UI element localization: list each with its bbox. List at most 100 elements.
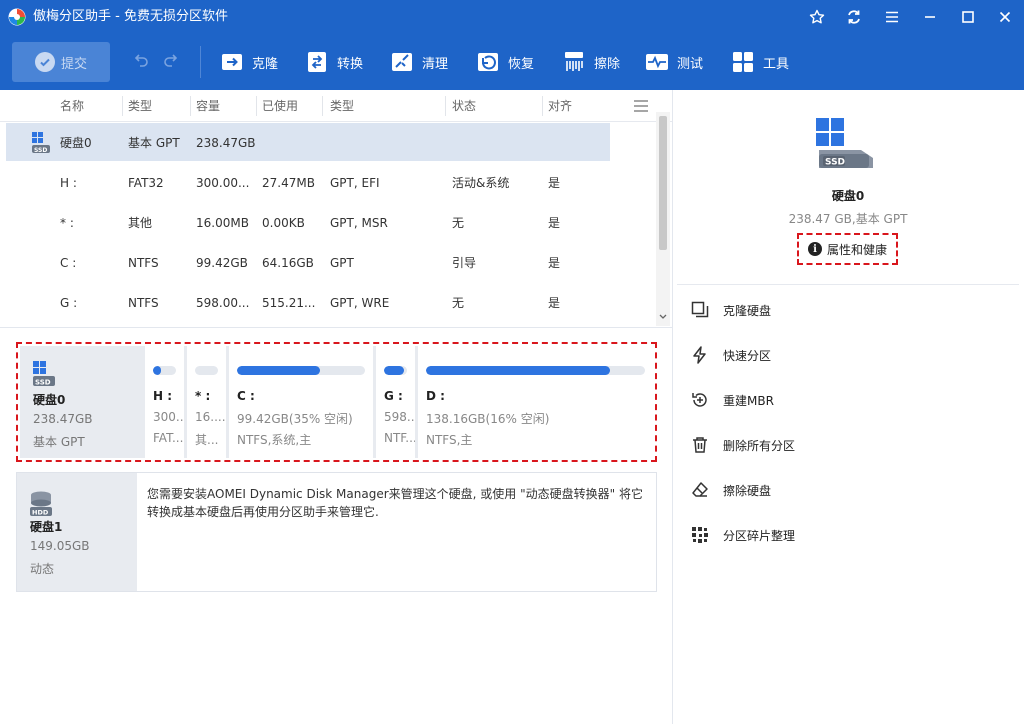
trash-icon (689, 434, 711, 456)
partition-block-msr[interactable]: * : 16.... 其... (184, 346, 226, 458)
disk1-map[interactable]: HDD 硬盘1 149.05GB 动态 您需要安装AOMEI Dynamic D… (16, 472, 657, 592)
partition-block-h[interactable]: H : 300... FAT... (142, 346, 184, 458)
properties-label: 属性和健康 (826, 242, 887, 257)
row-fs: FAT32 (128, 176, 164, 190)
disk1-size: 149.05GB (30, 539, 90, 553)
row-type: GPT, EFI (330, 176, 380, 190)
disk0-size: 238.47GB (33, 412, 93, 426)
disk0-type: 基本 GPT (33, 435, 85, 449)
row-align: 是 (548, 296, 561, 310)
row-fs: 其他 (128, 216, 153, 230)
tools-button[interactable]: 工具 (731, 48, 789, 76)
table-row[interactable]: H : FAT32 300.00... 27.47MB GPT, EFI 活动&… (0, 163, 656, 203)
test-button[interactable]: 测试 (645, 48, 703, 76)
op-label: 删除所有分区 (723, 438, 796, 453)
tools-label: 工具 (763, 56, 790, 72)
toolbar-separator (200, 46, 201, 78)
table-row[interactable]: C : NTFS 99.42GB 64.16GB GPT 引导 是 (0, 243, 656, 283)
col-type[interactable]: 类型 (128, 98, 152, 114)
svg-text:SSD: SSD (35, 379, 51, 387)
col-name[interactable]: 名称 (60, 98, 84, 114)
op-quick-partition[interactable]: 快速分区 (689, 343, 771, 367)
col-status[interactable]: 状态 (452, 98, 476, 114)
partition-fs: NTF... (384, 431, 415, 445)
redo-icon[interactable] (162, 52, 178, 71)
columns-menu-icon[interactable] (633, 99, 649, 113)
info-icon: i (807, 242, 822, 256)
recover-button[interactable]: 恢复 (476, 48, 534, 76)
disk0-label[interactable]: SSD 硬盘0 238.47GB 基本 GPT (20, 346, 142, 458)
disk1-name: 硬盘1 (30, 520, 63, 534)
op-delete-all-partitions[interactable]: 删除所有分区 (689, 433, 795, 457)
scrollbar-thumb[interactable] (659, 116, 667, 250)
minimize-icon[interactable] (918, 5, 942, 29)
col-used[interactable]: 已使用 (262, 98, 298, 114)
usage-bar (195, 366, 218, 375)
convert-button[interactable]: 转换 (305, 48, 363, 76)
op-label: 重建MBR (723, 393, 774, 408)
svg-text:HDD: HDD (32, 508, 49, 516)
col-align[interactable]: 对齐 (548, 98, 572, 114)
refresh-icon[interactable] (842, 5, 866, 29)
partition-block-d[interactable]: D : 138.16GB(16% 空闲) NTFS,主 (415, 346, 653, 458)
row-type: GPT, WRE (330, 296, 390, 310)
cleanup-icon (390, 50, 414, 74)
table-header: 名称 类型 容量 已使用 类型 状态 对齐 (0, 90, 672, 122)
close-icon[interactable] (993, 5, 1017, 29)
table-row[interactable]: * : 其他 16.00MB 0.00KB GPT, MSR 无 是 (0, 203, 656, 243)
col-part-type[interactable]: 类型 (330, 98, 354, 114)
ssd-disk-large-icon: SSD (816, 118, 873, 168)
partition-fs: NTFS,主 (426, 433, 473, 447)
partition-label: * : (195, 389, 211, 403)
undo-icon[interactable] (134, 52, 150, 71)
row-name: * : (60, 216, 74, 230)
partition-size: 598... (384, 410, 415, 424)
clone-button[interactable]: 克隆 (220, 48, 278, 76)
row-status: 活动&系统 (452, 176, 510, 190)
star-icon[interactable] (805, 5, 829, 29)
op-defragment[interactable]: 分区碎片整理 (689, 523, 795, 547)
cleanup-button[interactable]: 清理 (390, 48, 448, 76)
lightning-icon (689, 344, 711, 366)
row-used: 515.21... (262, 296, 316, 310)
row-align: 是 (548, 216, 561, 230)
disk0-map[interactable]: SSD 硬盘0 238.47GB 基本 GPT H : 300... FAT..… (16, 342, 657, 462)
row-fs: NTFS (128, 256, 159, 270)
disk1-type: 动态 (30, 562, 55, 576)
scroll-down-icon[interactable] (659, 314, 667, 320)
submit-label: 提交 (60, 56, 87, 72)
wipe-button[interactable]: 擦除 (562, 48, 620, 76)
disk1-label[interactable]: HDD 硬盘1 149.05GB 动态 (17, 473, 137, 591)
partition-size: 16.... (195, 410, 226, 424)
partition-block-c[interactable]: C : 99.42GB(35% 空闲) NTFS,系统,主 (226, 346, 373, 458)
clone-disk-icon (689, 299, 711, 321)
recover-label: 恢复 (508, 56, 535, 72)
ssd-disk-icon: SSD (33, 361, 55, 387)
partition-block-g[interactable]: G : 598... NTF... (373, 346, 415, 458)
submit-button[interactable]: 提交 (12, 42, 110, 82)
table-scrollbar[interactable] (656, 112, 670, 326)
properties-health-link[interactable]: i 属性和健康 (797, 233, 898, 265)
disk-type: 基本 GPT (128, 136, 180, 150)
table-row-disk0[interactable]: SSD 硬盘0 基本 GPT 238.47GB (0, 123, 656, 163)
defrag-icon (689, 524, 711, 546)
title-bar: 傲梅分区助手 - 免费无损分区软件 (0, 0, 1024, 34)
convert-label: 转换 (337, 56, 364, 72)
row-fs: NTFS (128, 296, 159, 310)
partition-size: 99.42GB(35% 空闲) (237, 412, 353, 426)
table-row[interactable]: G : NTFS 598.00... 515.21... GPT, WRE 无 … (0, 283, 656, 323)
op-rebuild-mbr[interactable]: 重建MBR (689, 388, 774, 412)
op-wipe-disk[interactable]: 擦除硬盘 (689, 478, 771, 502)
partition-label: H : (153, 389, 173, 403)
toolbar: 提交 克隆 转换 清理 恢复 擦除 测试 工具 (0, 34, 1024, 90)
disk-capacity: 238.47GB (196, 136, 256, 150)
row-status: 无 (452, 216, 465, 230)
maximize-icon[interactable] (956, 5, 980, 29)
cleanup-label: 清理 (422, 56, 449, 72)
row-capacity: 99.42GB (196, 256, 248, 270)
op-label: 分区碎片整理 (723, 528, 796, 543)
menu-icon[interactable] (880, 5, 904, 29)
op-clone-disk[interactable]: 克隆硬盘 (689, 298, 771, 322)
col-capacity[interactable]: 容量 (196, 98, 220, 114)
partition-fs: 其... (195, 433, 219, 447)
